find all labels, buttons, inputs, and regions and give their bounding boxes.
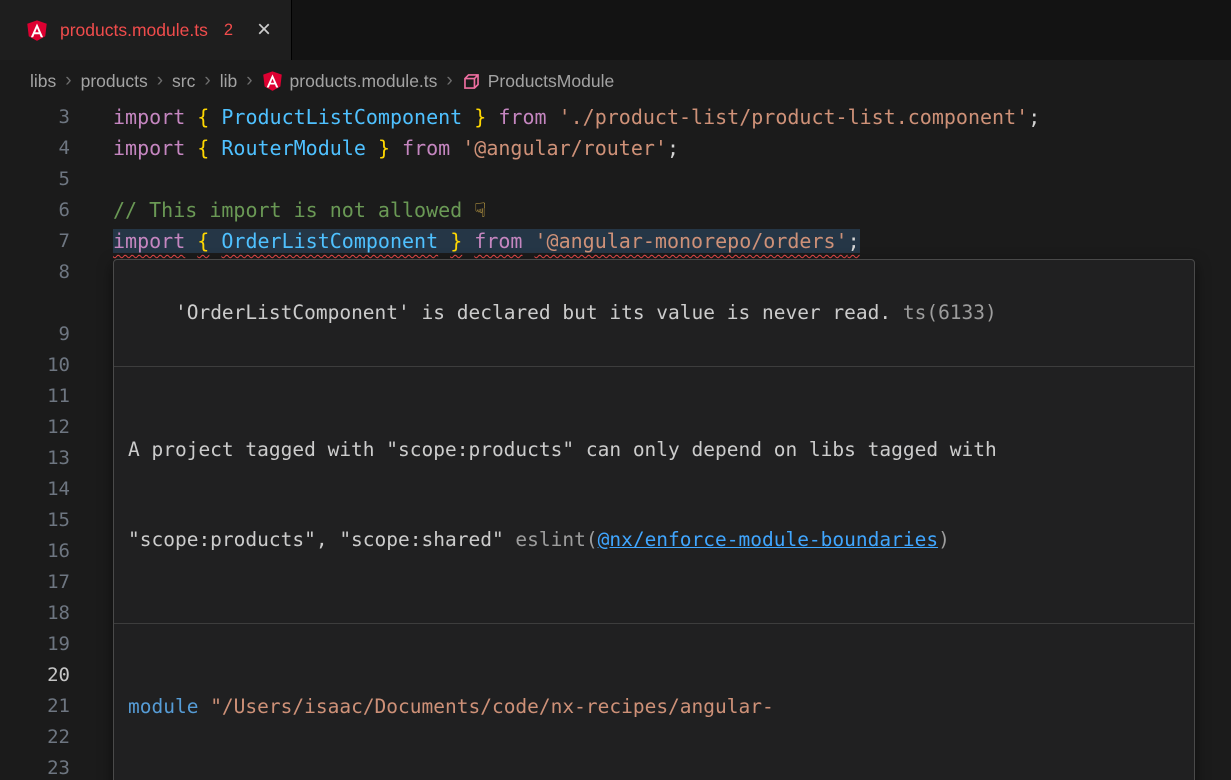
breadcrumb-item-libs[interactable]: libs	[30, 71, 56, 92]
line-number: 16	[0, 536, 70, 567]
line-number: 14	[0, 474, 70, 505]
breadcrumb-separator: ›	[246, 70, 252, 92]
breadcrumb-label: products	[81, 71, 148, 92]
code-content: import { OrderListComponent } from '@ang…	[70, 226, 1231, 257]
line-number: 17	[0, 567, 70, 598]
breadcrumb-item-productsmodule[interactable]: ProductsModule	[462, 71, 614, 92]
breadcrumb-separator: ›	[204, 70, 210, 92]
breadcrumb-separator: ›	[65, 70, 71, 92]
tab-problems-badge: 2	[224, 21, 233, 40]
error-highlighted-statement: import { OrderListComponent } from '@ang…	[113, 229, 860, 253]
breadcrumb-label: src	[172, 71, 195, 92]
line-number: 21	[0, 691, 70, 722]
tab-bar: products.module.ts 2 ×	[0, 0, 1231, 60]
line-number: 6	[0, 195, 70, 226]
line-number: 11	[0, 381, 70, 412]
breadcrumb-item-lib[interactable]: lib	[220, 71, 238, 92]
breadcrumb-item-products[interactable]: products	[81, 71, 148, 92]
line-number: 5	[0, 164, 70, 195]
code-line-3[interactable]: 3import { ProductListComponent } from '.…	[0, 102, 1231, 133]
breadcrumb-label: ProductsModule	[488, 71, 614, 92]
breadcrumb-item-products-module-ts[interactable]: products.module.ts	[262, 70, 438, 92]
code-content: // This import is not allowed ☟	[70, 195, 1231, 226]
line-number: 19	[0, 629, 70, 660]
line-number: 12	[0, 412, 70, 443]
code-content: import { RouterModule } from '@angular/r…	[70, 133, 1231, 164]
module-keyword: module	[128, 695, 198, 718]
code-line-4[interactable]: 4import { RouterModule } from '@angular/…	[0, 133, 1231, 164]
breadcrumb: libs › products › src › lib › products.module.ts…	[0, 60, 1231, 102]
breadcrumb-item-src[interactable]: src	[172, 71, 195, 92]
line-number: 23	[0, 753, 70, 780]
tab-close-button[interactable]: ×	[257, 18, 271, 42]
eslint-source-suffix: )	[938, 528, 950, 551]
line-number: 3	[0, 102, 70, 133]
line-number: 18	[0, 598, 70, 629]
line-number: 4	[0, 133, 70, 164]
eslint-source-prefix: eslint(	[515, 528, 597, 551]
line-number: 20	[0, 660, 70, 691]
line-number: 8	[0, 257, 70, 319]
ts-error-source: ts(6133)	[891, 301, 997, 324]
hover-message-typescript: 'OrderListComponent' is declared but its…	[114, 260, 1194, 367]
line-number: 22	[0, 722, 70, 753]
breadcrumb-label: lib	[220, 71, 238, 92]
code-line-7[interactable]: 7 import { OrderListComponent } from '@an…	[0, 226, 1231, 257]
code-line-6[interactable]: 6// This import is not allowed ☟	[0, 195, 1231, 226]
code-line-5[interactable]: 5	[0, 164, 1231, 195]
eslint-error-line2: "scope:products", "scope:shared" eslint(…	[128, 525, 1180, 555]
hover-message-eslint: A project tagged with "scope:products" c…	[114, 367, 1194, 624]
class-icon	[462, 72, 481, 91]
hover-module-path: module "/Users/isaac/Documents/code/nx-r…	[114, 624, 1194, 780]
breadcrumb-label: libs	[30, 71, 56, 92]
breadcrumb-separator: ›	[446, 70, 452, 92]
line-number: 13	[0, 443, 70, 474]
angular-icon	[26, 19, 48, 42]
line-number: 9	[0, 319, 70, 350]
ts-error-text: 'OrderListComponent' is declared but its…	[175, 301, 891, 324]
code-content	[70, 164, 1231, 195]
eslint-error-line1: A project tagged with "scope:products" c…	[128, 435, 1180, 465]
breadcrumb-separator: ›	[157, 70, 163, 92]
line-number: 15	[0, 505, 70, 536]
eslint-rule-link[interactable]: @nx/enforce-module-boundaries	[598, 528, 938, 551]
code-content: import { ProductListComponent } from './…	[70, 102, 1231, 133]
tab-products-module[interactable]: products.module.ts 2 ×	[0, 0, 292, 60]
breadcrumb-label: products.module.ts	[290, 71, 438, 92]
tab-title: products.module.ts	[60, 20, 208, 41]
module-path-line1: "/Users/isaac/Documents/code/nx-recipes/…	[198, 695, 773, 718]
angular-icon	[262, 70, 283, 92]
line-number: 10	[0, 350, 70, 381]
line-number: 7	[0, 226, 70, 257]
hover-popup: 'OrderListComponent' is declared but its…	[113, 259, 1195, 780]
